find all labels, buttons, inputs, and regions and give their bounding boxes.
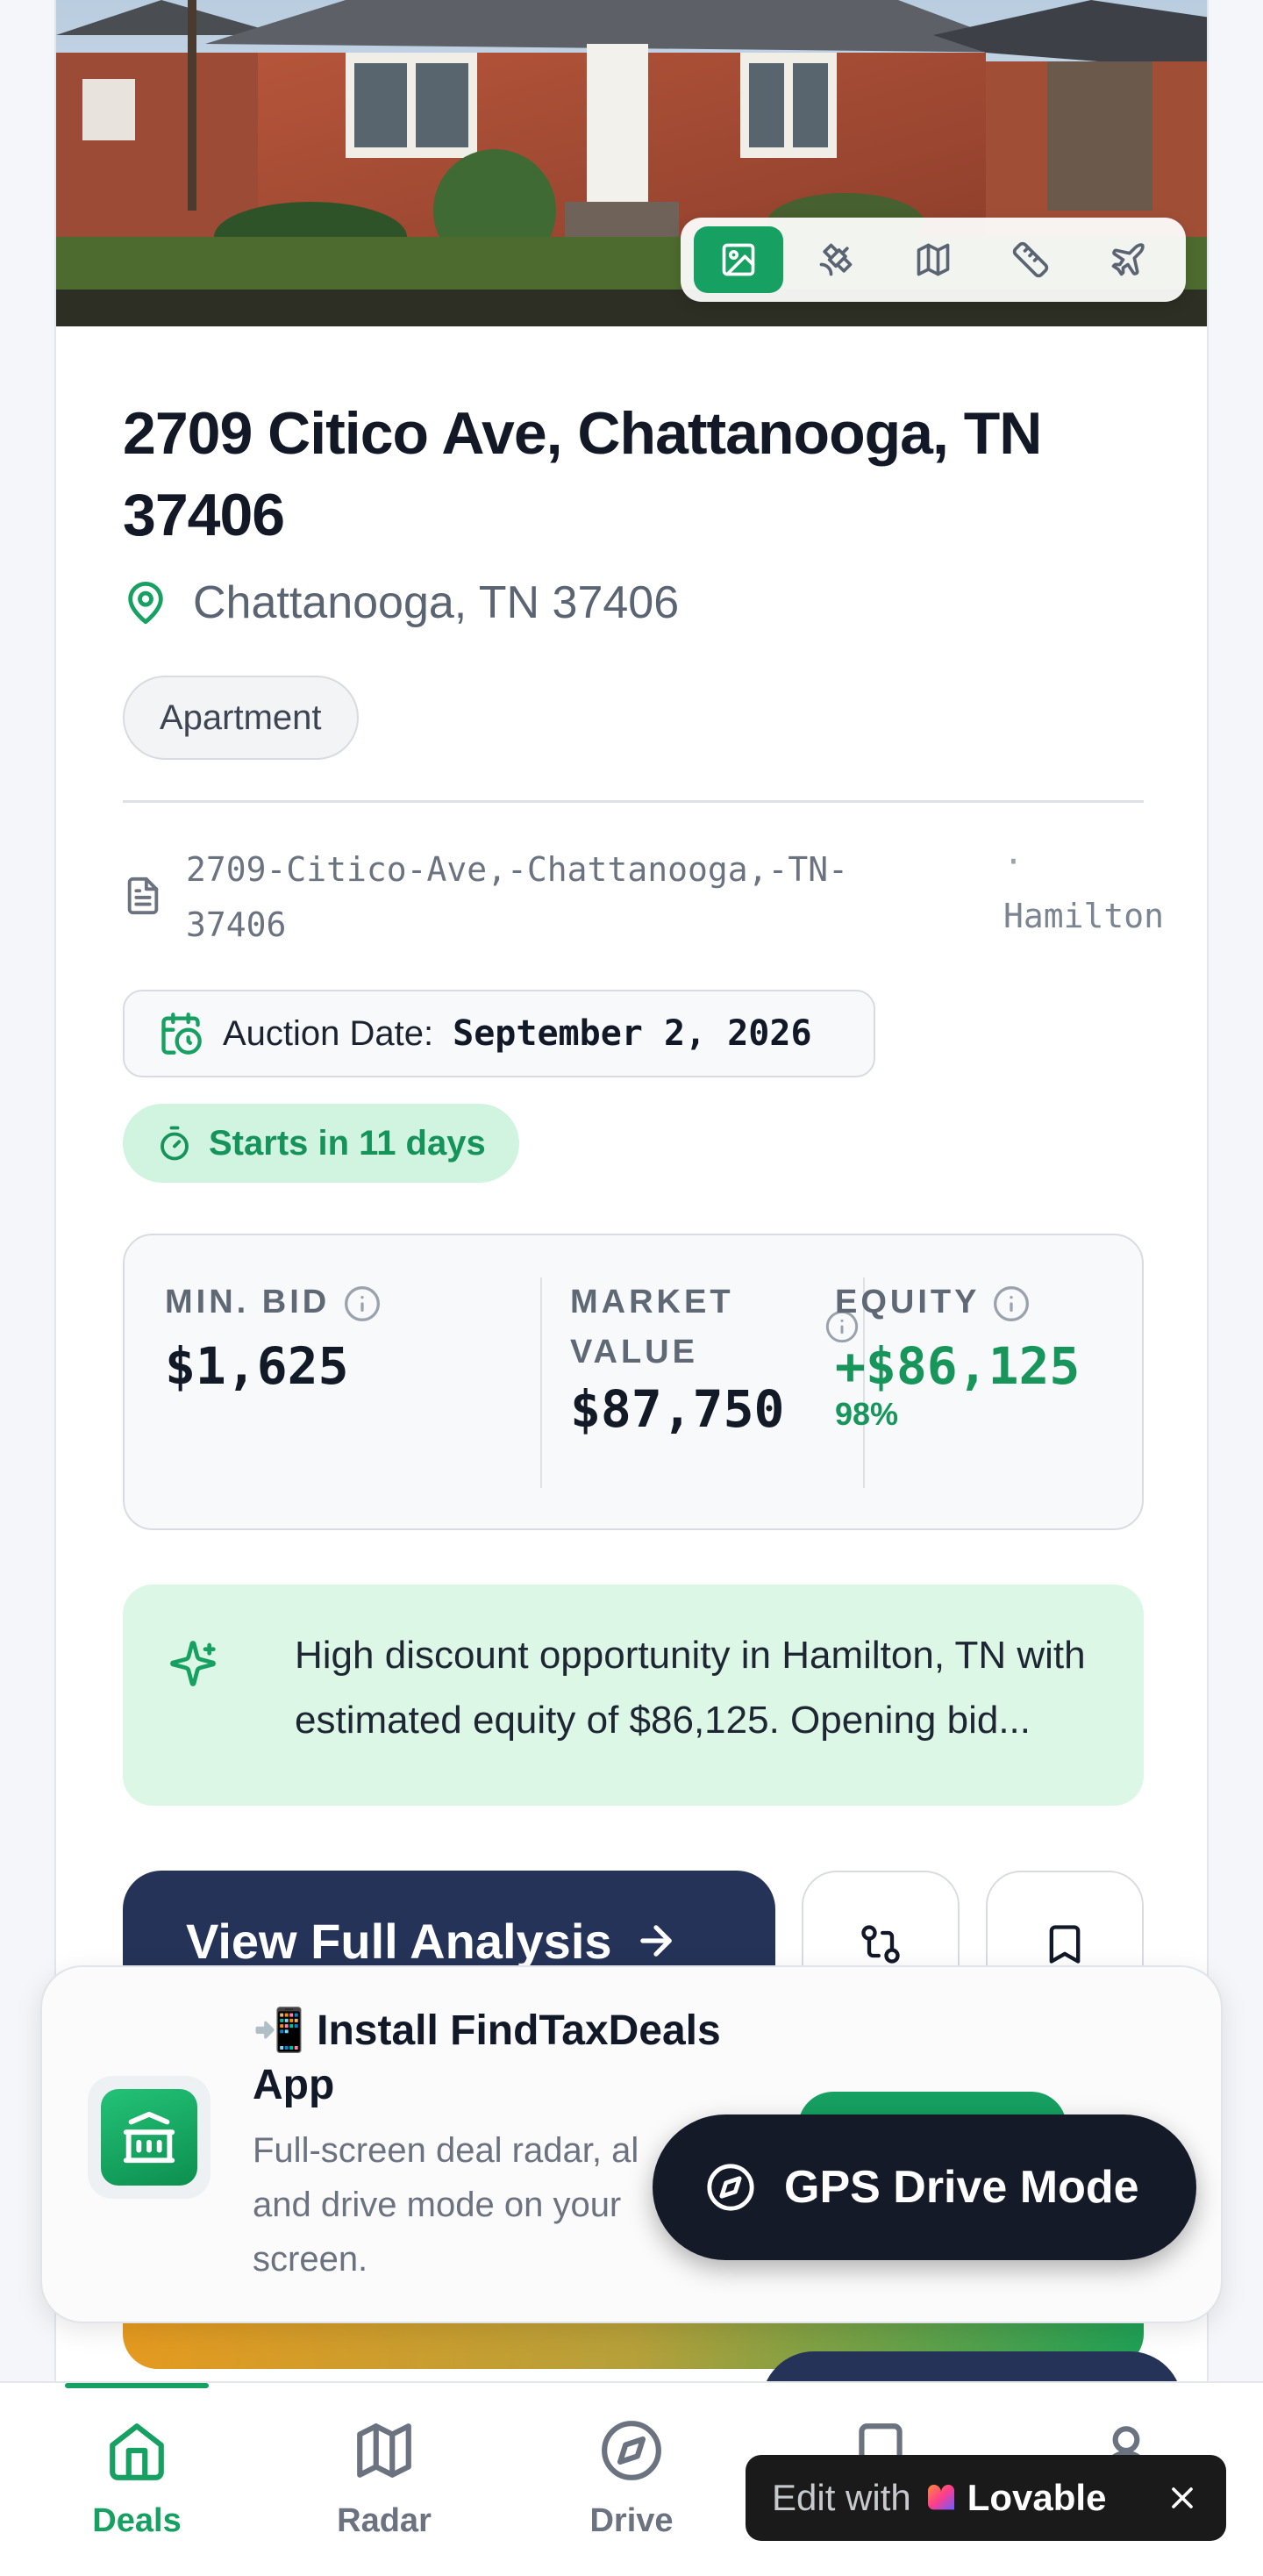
- install-title-line2: App: [253, 2062, 335, 2108]
- compare-arrows-icon: [861, 1925, 900, 1964]
- lovable-brand: Lovable: [967, 2477, 1107, 2518]
- market-value-value: $87,750: [570, 1379, 785, 1439]
- equity-label: EQUITY: [835, 1284, 980, 1320]
- ruler-icon: [1013, 241, 1049, 278]
- nav-label-deals: Deals: [92, 2502, 182, 2539]
- nav-tab-deals[interactable]: Deals: [49, 2418, 225, 2540]
- sparkles-icon: [170, 1641, 216, 1686]
- bank-icon: [101, 2089, 197, 2186]
- app-logo: [88, 2076, 210, 2199]
- active-tab-indicator: [65, 2383, 209, 2388]
- satellite-icon: [819, 243, 853, 276]
- satellite-view-button[interactable]: [791, 226, 881, 293]
- insight-line2: estimated equity of $86,125. Opening bid…: [295, 1699, 1031, 1742]
- install-title: 📲 Install FindTaxDeals App: [253, 2004, 779, 2113]
- equity-percent: 98%: [835, 1396, 899, 1432]
- property-photo: [56, 0, 1207, 326]
- min-bid-metric: MIN. BID $1,625: [165, 1277, 382, 1396]
- document-icon: [127, 877, 159, 915]
- nav-label-drive: Drive: [589, 2502, 674, 2539]
- close-icon[interactable]: [1165, 2480, 1200, 2515]
- property-location: Chattanooga, TN 37406: [193, 577, 680, 628]
- divider: [123, 800, 1144, 803]
- ai-insight-box: High discount opportunity in Hamilton, T…: [123, 1585, 1144, 1806]
- timer-icon: [161, 1126, 189, 1161]
- min-bid-value: $1,625: [165, 1336, 349, 1396]
- auction-date-label: Auction Date:: [223, 1013, 434, 1053]
- min-bid-label-row: MIN. BID: [165, 1277, 382, 1327]
- market-value-label-line2: VALUE: [570, 1334, 698, 1370]
- insight-line1: High discount opportunity in Hamilton, T…: [295, 1634, 1086, 1677]
- market-value-label-row: MARKET VALUE: [570, 1277, 860, 1377]
- auction-date-box: Auction Date: September 2, 2026: [123, 990, 875, 1077]
- countdown-badge: Starts in 11 days: [123, 1104, 519, 1183]
- compass-icon: [602, 2421, 661, 2480]
- flyover-view-button[interactable]: [1083, 226, 1173, 293]
- lovable-badge[interactable]: Edit with Lovable: [746, 2455, 1226, 2541]
- install-desc-line3: screen.: [253, 2240, 368, 2279]
- nav-tab-radar[interactable]: Radar: [296, 2418, 472, 2540]
- map-icon: [917, 243, 950, 276]
- equity-value: +$86,125: [835, 1336, 1081, 1396]
- parcel-row: 2709-Citico-Ave,-Chattanooga,-TN-37406 ·…: [123, 842, 1164, 948]
- compass-icon: [707, 2164, 754, 2211]
- nav-label-radar: Radar: [337, 2502, 432, 2539]
- location-row: Chattanooga, TN 37406: [123, 572, 679, 633]
- nav-tab-drive[interactable]: Drive: [544, 2418, 719, 2540]
- insight-text: High discount opportunity in Hamilton, T…: [295, 1623, 1119, 1753]
- home-icon: [110, 2423, 164, 2480]
- lovable-edit-text: Edit with: [772, 2477, 911, 2518]
- photo-view-button[interactable]: [693, 226, 783, 293]
- countdown-text: Starts in 11 days: [209, 1123, 486, 1163]
- measure-view-button[interactable]: [986, 226, 1075, 293]
- gps-drive-mode-label: GPS Drive Mode: [784, 2162, 1139, 2213]
- media-toolbar: [681, 218, 1186, 302]
- auction-date-value: September 2, 2026: [453, 1013, 812, 1054]
- market-value-metric: MARKET VALUE $87,750: [570, 1277, 860, 1439]
- market-value-label-line1: MARKET: [570, 1284, 734, 1320]
- install-title-line1: 📲 Install FindTaxDeals: [253, 2007, 721, 2054]
- info-icon[interactable]: [992, 1284, 1031, 1323]
- gps-drive-mode-button[interactable]: GPS Drive Mode: [653, 2114, 1196, 2260]
- map-view-button[interactable]: [888, 226, 978, 293]
- metric-divider: [540, 1277, 542, 1488]
- info-icon[interactable]: [343, 1284, 382, 1323]
- equity-label-row: EQUITY: [835, 1277, 1098, 1327]
- bookmark-icon: [1049, 1925, 1081, 1964]
- plane-icon: [1112, 243, 1145, 276]
- separator-dot: ·: [1003, 842, 1024, 881]
- county-name: Hamilton: [1003, 897, 1165, 935]
- metrics-panel: MIN. BID $1,625 MARKET VALUE $87,750 EQU…: [123, 1234, 1144, 1530]
- view-full-analysis-label: View Full Analysis: [186, 1913, 612, 1969]
- lovable-heart-icon: [927, 2485, 954, 2510]
- parcel-id: 2709-Citico-Ave,-Chattanooga,-TN-37406: [186, 850, 848, 944]
- photo-icon: [722, 243, 754, 276]
- arrow-right-icon: [639, 1925, 672, 1957]
- equity-metric: EQUITY +$86,125 98%: [835, 1277, 1098, 1433]
- map-icon: [357, 2423, 411, 2478]
- map-pin-icon: [128, 581, 163, 625]
- property-type-chip: Apartment: [123, 676, 359, 760]
- calendar-clock-icon: [161, 1013, 202, 1055]
- property-title: 2709 Citico Ave, Chattanooga, TN 37406: [123, 400, 1042, 548]
- min-bid-label: MIN. BID: [165, 1284, 331, 1320]
